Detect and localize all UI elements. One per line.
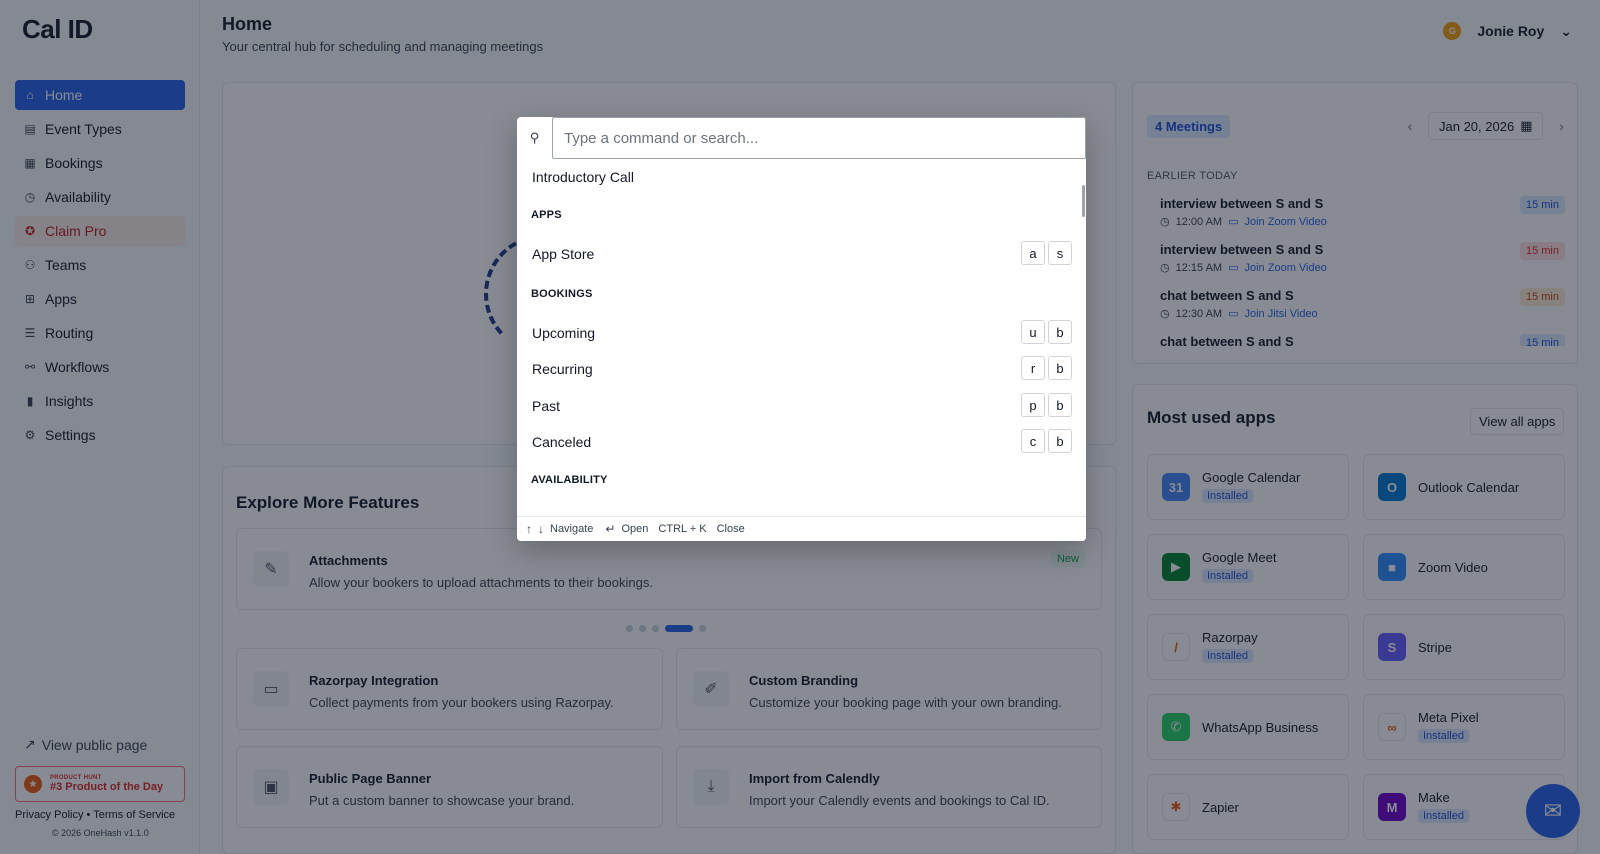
- command-search-input[interactable]: [552, 117, 1086, 159]
- shortcut-keys: u b: [1021, 320, 1072, 344]
- command-palette-footer: ↑ ↓ Navigate ↵ Open CTRL + K Close: [517, 516, 1086, 541]
- command-group-apps: APPS: [531, 209, 562, 221]
- arrow-down-icon: ↓: [538, 522, 544, 536]
- shortcut-key: r: [1021, 356, 1045, 380]
- shortcut-key: u: [1021, 320, 1045, 344]
- command-item-recurring[interactable]: Recurring: [532, 361, 593, 377]
- command-group-availability: AVAILABILITY: [531, 474, 608, 486]
- shortcut-key: b: [1048, 356, 1072, 380]
- enter-icon: ↵: [605, 522, 616, 536]
- search-icon: ⚲: [529, 130, 540, 145]
- shortcut-key: c: [1021, 429, 1045, 453]
- shortcut-key: s: [1048, 241, 1072, 265]
- navigate-hint: Navigate: [550, 523, 594, 535]
- shortcut-keys: a s: [1021, 241, 1072, 265]
- shortcut-key: b: [1048, 393, 1072, 417]
- shortcut-key: p: [1021, 393, 1045, 417]
- shortcut-hint: CTRL + K: [658, 523, 707, 535]
- shortcut-key: b: [1048, 429, 1072, 453]
- command-item-app-store[interactable]: App Store: [532, 246, 594, 262]
- command-item-upcoming[interactable]: Upcoming: [532, 325, 595, 341]
- arrow-up-icon: ↑: [526, 522, 532, 536]
- command-group-bookings: BOOKINGS: [531, 288, 593, 300]
- close-hint[interactable]: Close: [717, 523, 745, 535]
- command-item-introductory-call[interactable]: Introductory Call: [532, 169, 634, 185]
- open-hint: Open: [621, 523, 649, 535]
- command-palette: ⚲ Introductory Call APPS App Store a s B…: [517, 117, 1086, 541]
- command-list: Introductory Call APPS App Store a s BOO…: [517, 159, 1086, 516]
- shortcut-keys: r b: [1021, 356, 1072, 380]
- shortcut-keys: p b: [1021, 393, 1072, 417]
- shortcut-key: a: [1021, 241, 1045, 265]
- shortcut-key: b: [1048, 320, 1072, 344]
- command-item-canceled[interactable]: Canceled: [532, 434, 591, 450]
- command-list-scrollbar[interactable]: [1082, 185, 1085, 217]
- shortcut-keys: c b: [1021, 429, 1072, 453]
- command-search-bar: ⚲: [517, 117, 1086, 159]
- command-item-past[interactable]: Past: [532, 398, 560, 414]
